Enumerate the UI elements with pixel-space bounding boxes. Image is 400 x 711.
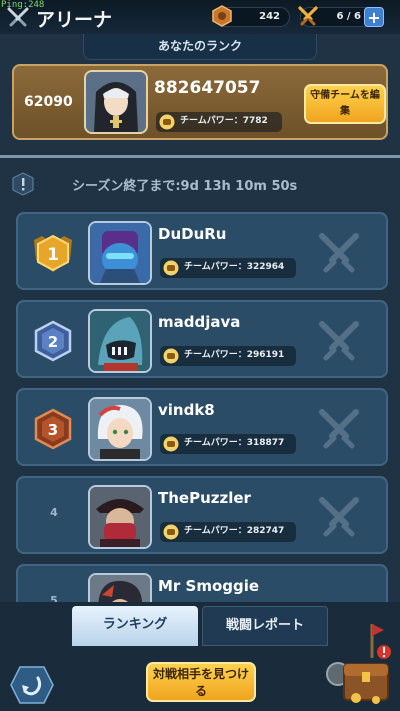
back-button[interactable]	[10, 666, 54, 704]
medal-count: 242	[259, 11, 280, 22]
crossed-swords-icon	[7, 7, 29, 27]
rank-number: 4	[50, 506, 58, 519]
season-timer: シーズン終了まで:9d 13h 10m 50s	[10, 172, 390, 196]
silver-rank-badge-icon: 2	[34, 320, 72, 362]
ticket-count: 6 / 6	[336, 11, 361, 22]
my-team-power: チームパワー：7782	[156, 112, 282, 132]
svg-text:1: 1	[47, 245, 59, 265]
ranking-row[interactable]: 1 DuDuRu チームパワー：322964	[16, 212, 388, 290]
player-avatar[interactable]	[88, 309, 152, 373]
player-avatar[interactable]	[88, 573, 152, 604]
team-power: チームパワー：318877	[160, 434, 296, 454]
arena-medal-icon	[212, 5, 232, 27]
fist-power-icon	[163, 524, 179, 540]
divider	[0, 155, 400, 158]
season-end-countdown: シーズン終了まで:9d 13h 10m 50s	[72, 179, 298, 194]
player-avatar[interactable]	[88, 221, 152, 285]
player-avatar[interactable]	[88, 485, 152, 549]
gold-rank-badge-icon: 1	[34, 234, 72, 272]
tab-battle-report[interactable]: 戦闘レポート	[202, 606, 328, 646]
ranking-row[interactable]: 4 ThePuzzler チームパワー：282747	[16, 476, 388, 554]
fist-power-icon	[163, 260, 179, 276]
player-name: vindk8	[158, 401, 215, 419]
masked-hero-portrait-icon	[90, 487, 150, 547]
robot-hero-portrait-icon	[90, 223, 150, 283]
player-name: Mr Smoggie	[158, 577, 260, 595]
ranking-row[interactable]: 5 Mr Smoggie	[16, 564, 388, 604]
svg-text:2: 2	[48, 333, 58, 351]
team-power: チームパワー：322964	[160, 258, 296, 278]
nun-hero-portrait-icon	[86, 72, 146, 132]
svg-text:3: 3	[48, 421, 58, 439]
my-rank-card: 62090 882647057 チームパワー：7782 守備チームを編集	[12, 64, 388, 140]
fist-power-icon	[163, 436, 179, 452]
my-rank-banner: あなたのランク	[83, 34, 317, 60]
edit-defense-team-button[interactable]: 守備チームを編集	[304, 84, 386, 124]
my-player-name: 882647057	[154, 78, 261, 98]
find-opponent-button[interactable]: 対戦相手を見つける	[146, 662, 256, 702]
treasure-chest-icon[interactable]	[326, 618, 396, 708]
attack-swords-icon[interactable]	[314, 492, 364, 542]
dark-hair-hero-portrait-icon	[90, 575, 150, 604]
tab-ranking[interactable]: ランキング	[72, 606, 198, 646]
ranking-list[interactable]: 1 DuDuRu チームパワー：322964 2 maddjava チームパワー…	[0, 204, 400, 604]
attack-swords-icon[interactable]	[314, 316, 364, 366]
team-power: チームパワー：282747	[160, 522, 296, 542]
warning-icon	[12, 172, 34, 196]
attack-swords-icon[interactable]	[314, 228, 364, 278]
player-name: ThePuzzler	[158, 489, 251, 507]
ranking-row[interactable]: 2 maddjava チームパワー：296191	[16, 300, 388, 378]
attack-swords-icon[interactable]	[314, 404, 364, 454]
add-tickets-button[interactable]: +	[364, 7, 384, 27]
battle-ticket-icon	[298, 6, 318, 26]
my-arena-points: 62090	[24, 94, 73, 110]
shark-hero-portrait-icon	[90, 311, 150, 371]
my-avatar[interactable]	[84, 70, 148, 134]
white-hair-hero-portrait-icon	[90, 399, 150, 459]
player-avatar[interactable]	[88, 397, 152, 461]
page-title: アリーナ	[36, 9, 113, 31]
team-power: チームパワー：296191	[160, 346, 296, 366]
player-name: maddjava	[158, 313, 241, 331]
ranking-row[interactable]: 3 vindk8 チームパワー：318877	[16, 388, 388, 466]
bronze-rank-badge-icon: 3	[34, 408, 72, 450]
player-name: DuDuRu	[158, 225, 227, 243]
fist-power-icon	[159, 114, 175, 130]
fist-power-icon	[163, 348, 179, 364]
